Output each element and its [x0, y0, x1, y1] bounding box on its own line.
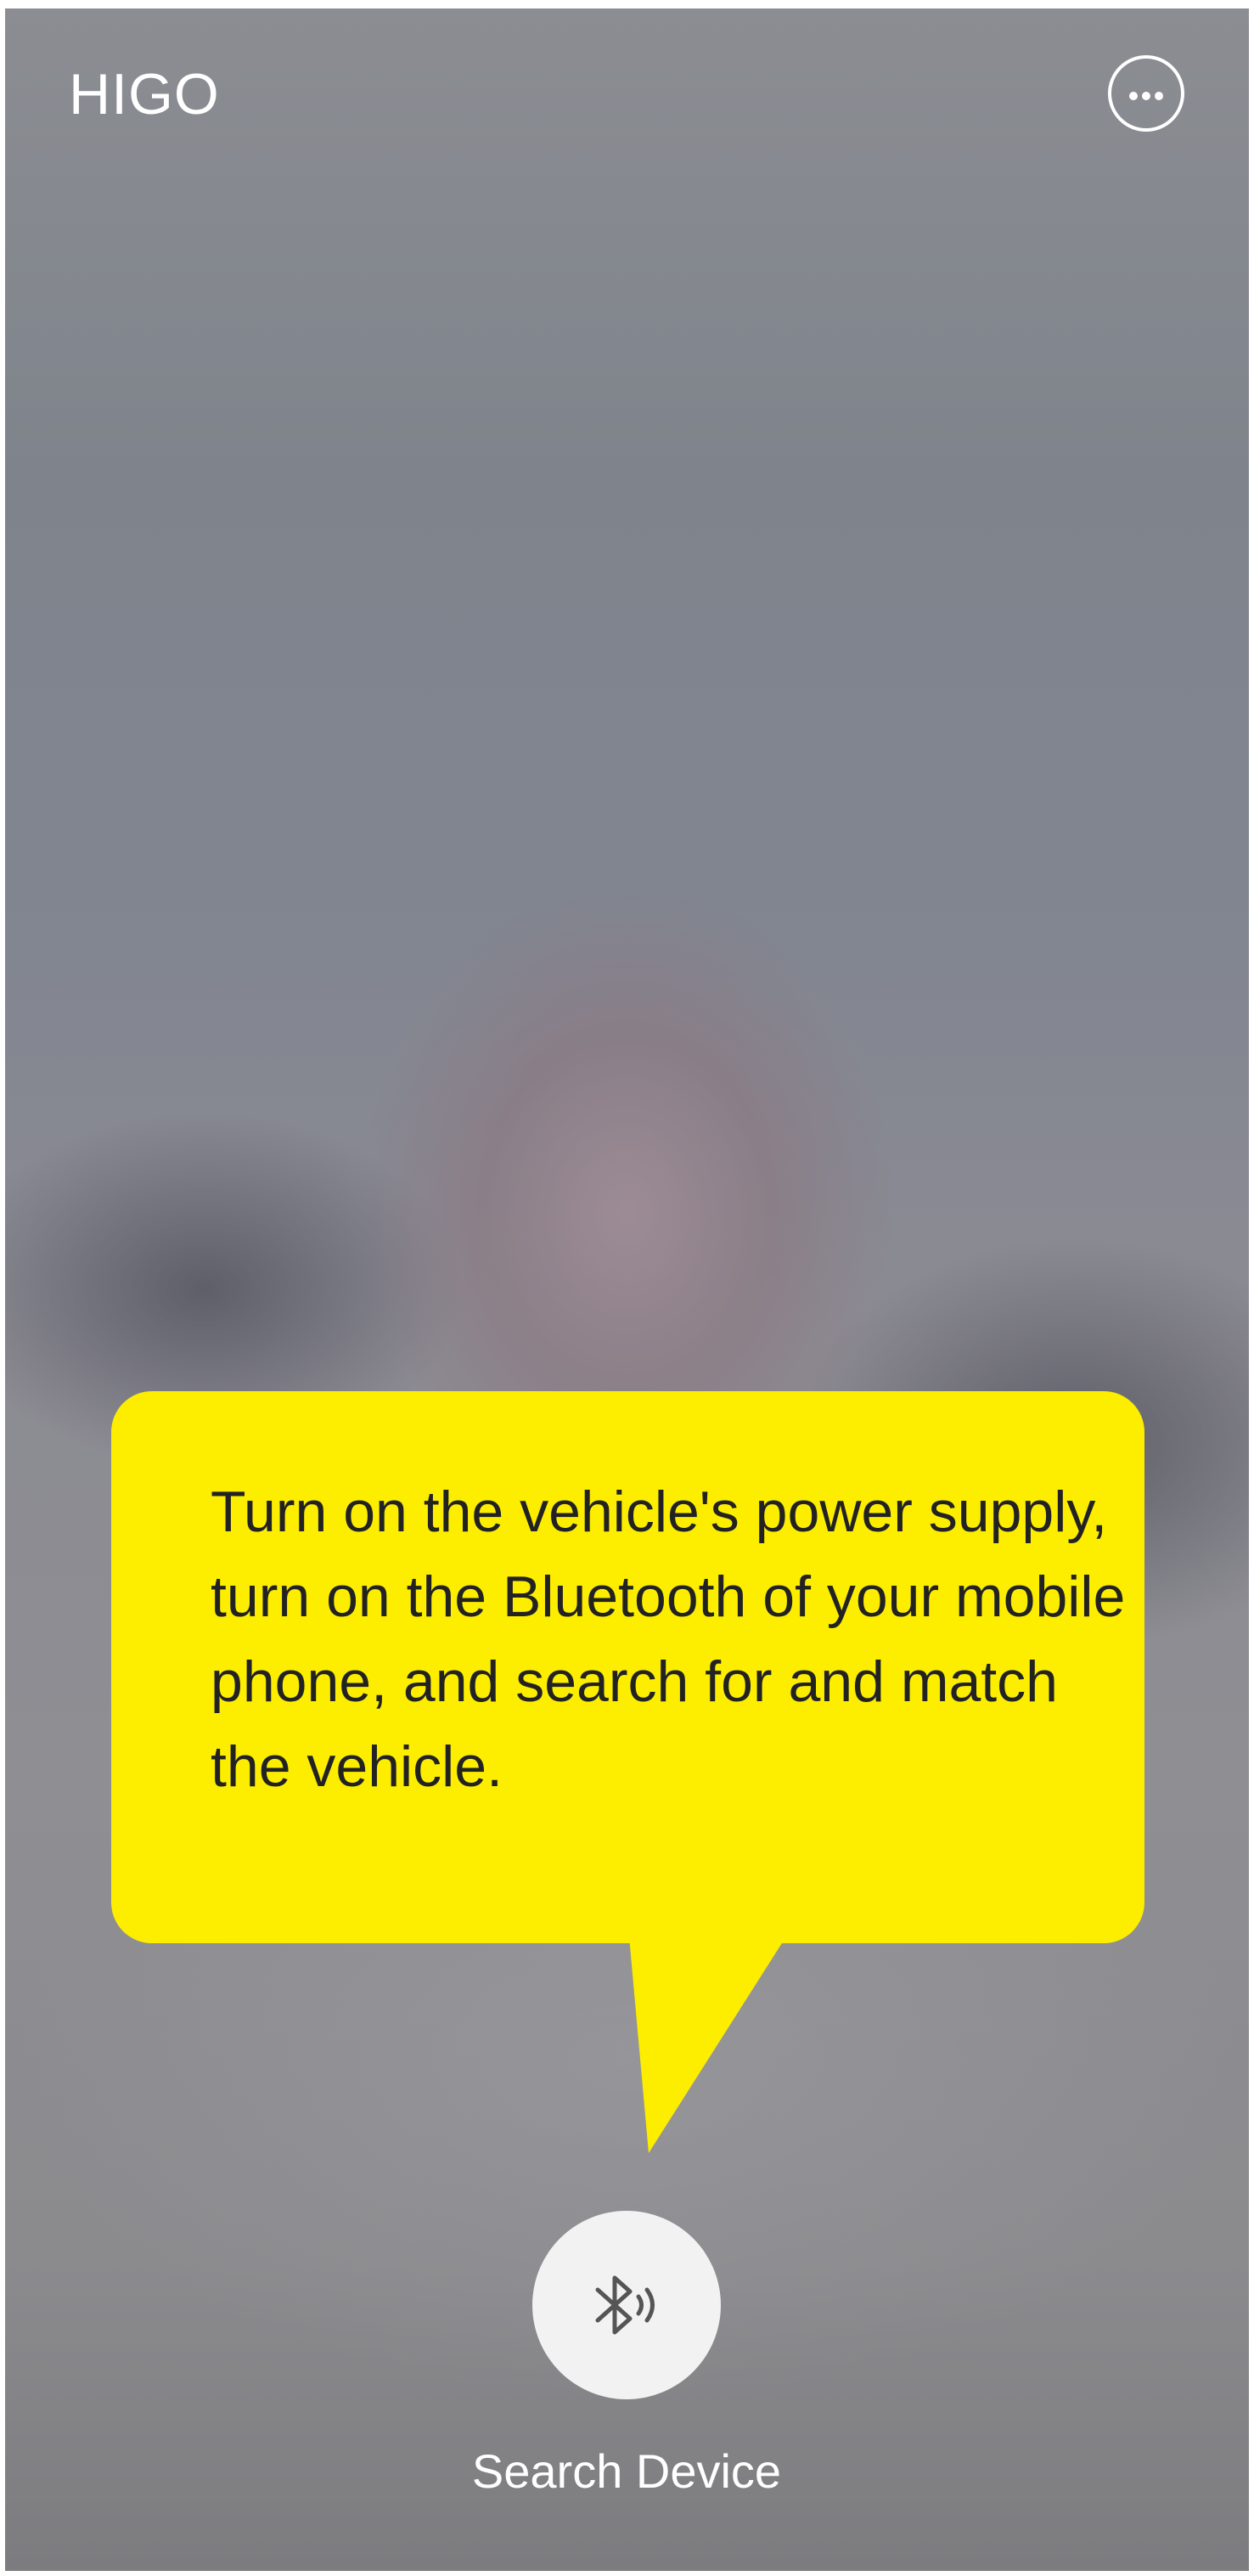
more-dot	[1155, 92, 1163, 100]
tooltip-tail	[629, 1936, 786, 2153]
bluetooth-searching-icon	[595, 2275, 655, 2335]
instruction-text: Turn on the vehicle's power supply, turn…	[211, 1480, 1126, 1799]
search-device-label: Search Device	[471, 2444, 782, 2498]
more-dot	[1142, 92, 1150, 100]
more-options-button[interactable]	[1108, 55, 1184, 132]
app-screen: HIGO Turn on the vehicle's power supply,…	[5, 8, 1249, 2571]
app-title: HIGO	[69, 62, 220, 127]
instruction-tooltip: Turn on the vehicle's power supply, turn…	[111, 1391, 1144, 1943]
more-dot	[1129, 92, 1138, 100]
search-device-button[interactable]	[532, 2211, 721, 2399]
